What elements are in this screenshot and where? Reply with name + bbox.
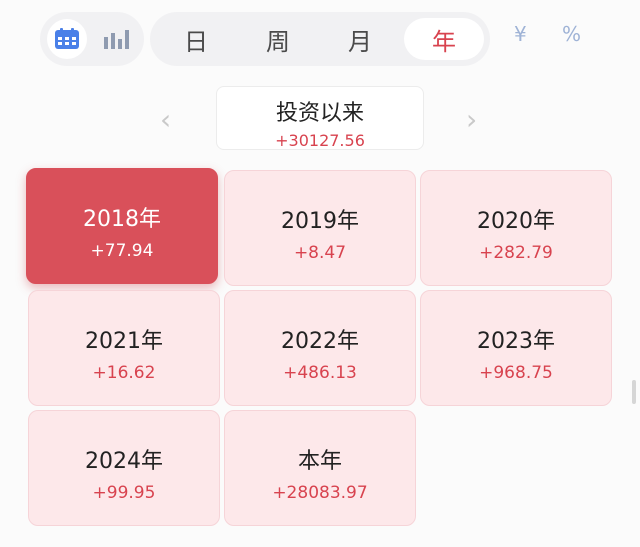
year-cell-value: +77.94 [90, 241, 154, 261]
year-cell-2021[interactable]: 2021年 +16.62 [28, 290, 220, 406]
year-cell-label: 2024年 [85, 449, 163, 474]
year-cell-value: +8.47 [293, 243, 347, 263]
year-cell-label: 2018年 [83, 207, 161, 232]
year-cell-value: +486.13 [283, 363, 357, 383]
year-cell-value: +16.62 [92, 363, 156, 383]
year-cell-label: 本年 [297, 449, 342, 474]
year-cell-label: 2023年 [477, 329, 555, 354]
year-cell-label: 2022年 [281, 329, 359, 354]
year-cell-value: +968.75 [479, 363, 553, 383]
year-cell-this-year[interactable]: 本年 +28083.97 [224, 410, 416, 526]
year-cell-value: +28083.97 [272, 483, 368, 503]
year-cell-2020[interactable]: 2020年 +282.79 [420, 170, 612, 286]
year-cell-2019[interactable]: 2019年 +8.47 [224, 170, 416, 286]
year-cell-value: +282.79 [479, 243, 553, 263]
year-cell-value: +99.95 [92, 483, 156, 503]
year-cell-2024[interactable]: 2024年 +99.95 [28, 410, 220, 526]
year-cell-label: 2020年 [477, 209, 555, 234]
year-grid: 2018年 +77.94 2019年 +8.47 2020年 +282.79 2… [0, 0, 640, 547]
year-cell-label: 2019年 [281, 209, 359, 234]
scrollbar[interactable] [632, 380, 636, 404]
year-cell-2018[interactable]: 2018年 +77.94 [26, 168, 218, 284]
year-cell-2022[interactable]: 2022年 +486.13 [224, 290, 416, 406]
year-cell-2023[interactable]: 2023年 +968.75 [420, 290, 612, 406]
year-cell-label: 2021年 [85, 329, 163, 354]
